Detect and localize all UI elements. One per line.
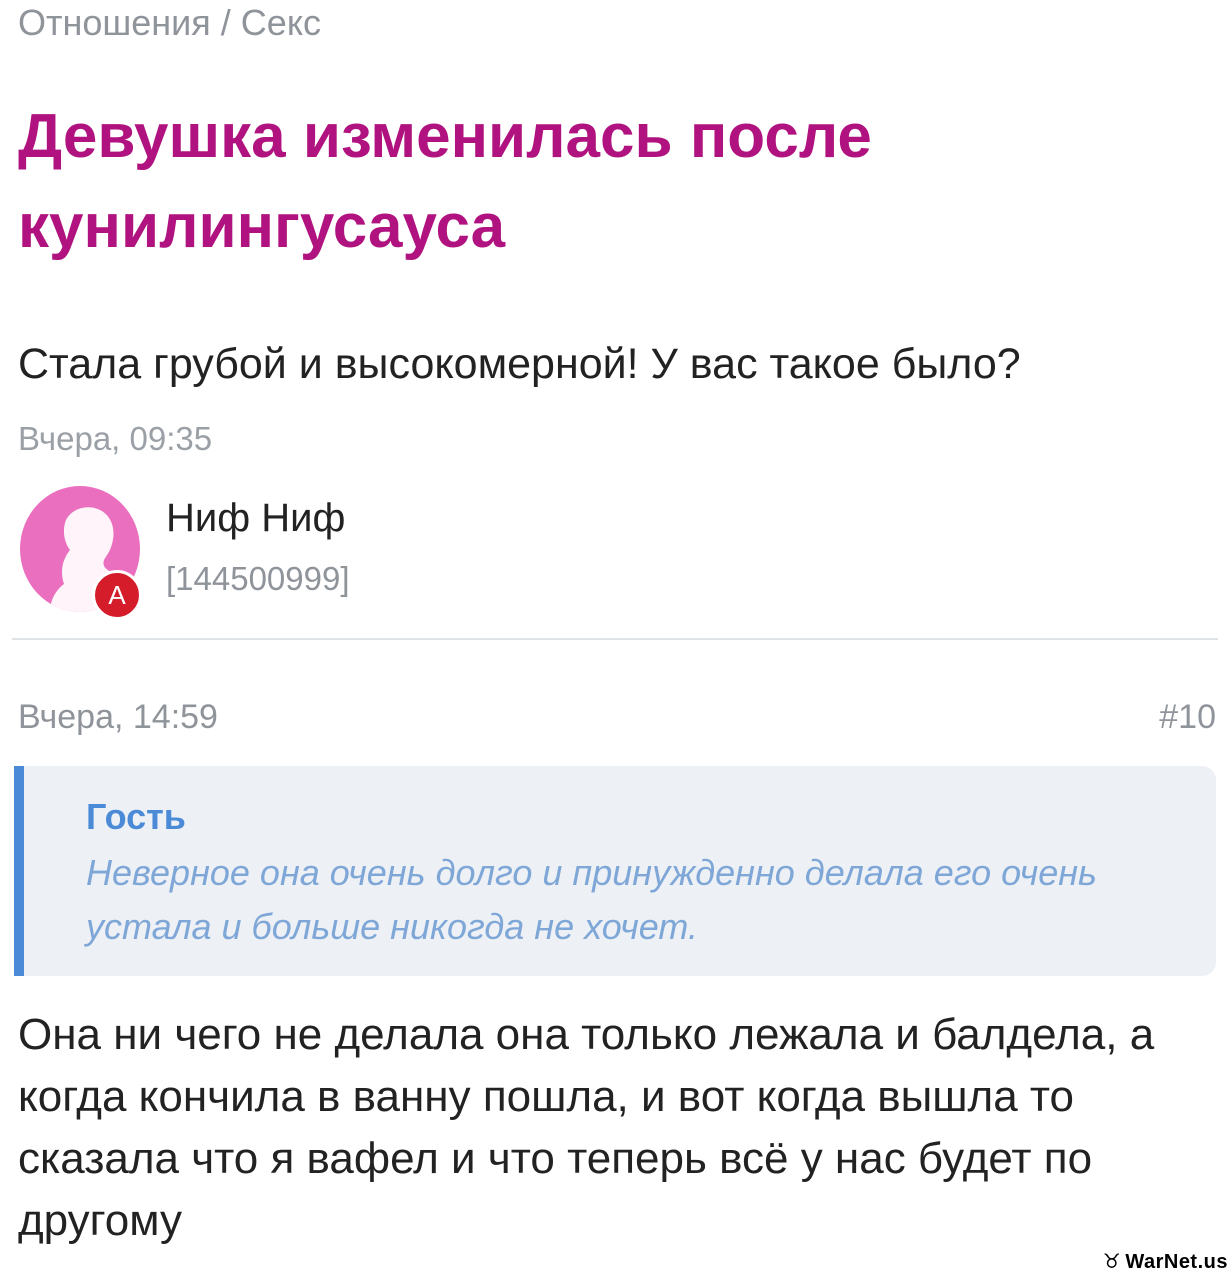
quote-text: Неверное она очень долго и принужденно д… [86,852,1097,947]
answer-number-link[interactable]: #10 [1159,698,1216,737]
breadcrumb-category-link[interactable]: Отношения [18,2,211,43]
author-badge: A [92,570,142,620]
author-id: [144500999] [166,560,350,597]
question-date: Вчера, 09:35 [18,420,213,457]
divider [12,638,1218,640]
answer-date: Вчера, 14:59 [18,698,218,736]
question-text: Стала грубой и высокомерной! У вас такое… [18,340,1021,388]
quote-author[interactable]: Гость [86,796,186,838]
author-name[interactable]: Ниф Ниф [166,496,345,541]
bull-logo-icon: ♉ [1102,1251,1122,1273]
breadcrumb-separator: / [220,2,231,43]
breadcrumb: Отношения / Секс [18,0,321,46]
watermark-text: WarNet.us [1125,1251,1228,1273]
watermark: ♉ WarNet.us [1103,1249,1228,1274]
breadcrumb-subcategory-link[interactable]: Секс [241,2,321,43]
quote-block: Гость Неверное она очень долго и принужд… [14,766,1216,976]
page-title: Девушка изменилась после кунилингусауса [18,102,872,261]
answer-text: Она ни чего не делала она только лежала … [18,1010,1155,1245]
